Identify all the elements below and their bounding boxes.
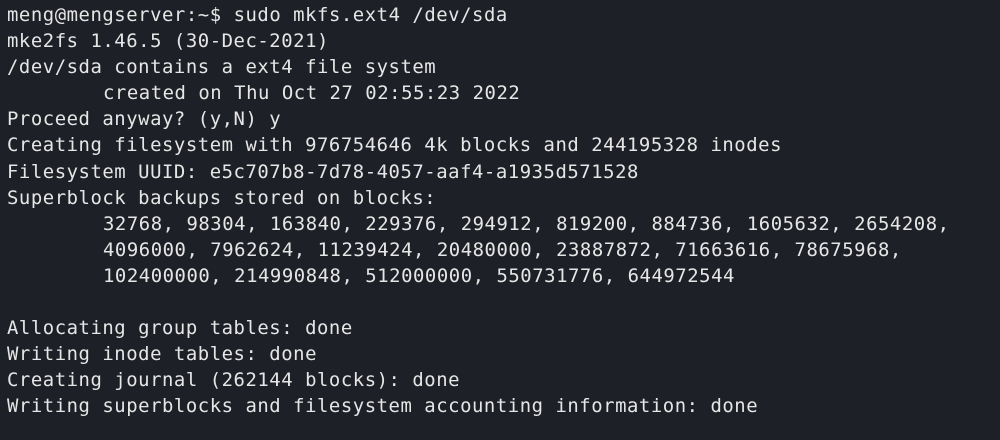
output-group-tables: Allocating group tables: done <box>7 317 353 340</box>
terminal-window[interactable]: meng@mengserver:~$ sudo mkfs.ext4 /dev/s… <box>0 0 1000 440</box>
output-filesystem-uuid: Filesystem UUID: e5c707b8-7d78-4057-aaf4… <box>7 160 639 183</box>
output-journal: Creating journal (262144 blocks): done <box>7 369 461 392</box>
shell-prompt: meng@mengserver:~$ <box>7 4 222 26</box>
output-blank-line <box>7 289 1000 315</box>
typed-command: sudo mkfs.ext4 /dev/sda <box>233 4 508 26</box>
output-created-date: created on Thu Oct 27 02:55:23 2022 <box>103 82 521 105</box>
output-creating-filesystem: Creating filesystem with 976754646 4k bl… <box>7 134 783 157</box>
output-superblock-header: Superblock backups stored on blocks: <box>7 186 437 209</box>
output-mke2fs-version: mke2fs 1.46.5 (30-Dec-2021) <box>7 30 329 53</box>
output-proceed-prompt: Proceed anyway? (y,N) y <box>7 108 282 131</box>
output-superblock-list: 102400000, 214990848, 512000000, 5507317… <box>103 264 735 287</box>
output-superblock-list: 4096000, 7962624, 11239424, 20480000, 23… <box>103 238 902 261</box>
command-line: meng@mengserver:~$ sudo mkfs.ext4 /dev/s… <box>7 2 1000 28</box>
output-superblock-list: 32768, 98304, 163840, 229376, 294912, 81… <box>103 212 950 235</box>
output-superblocks: Writing superblocks and filesystem accou… <box>7 395 759 418</box>
output-inode-tables: Writing inode tables: done <box>7 343 318 366</box>
output-existing-filesystem: /dev/sda contains a ext4 file system <box>7 56 437 79</box>
